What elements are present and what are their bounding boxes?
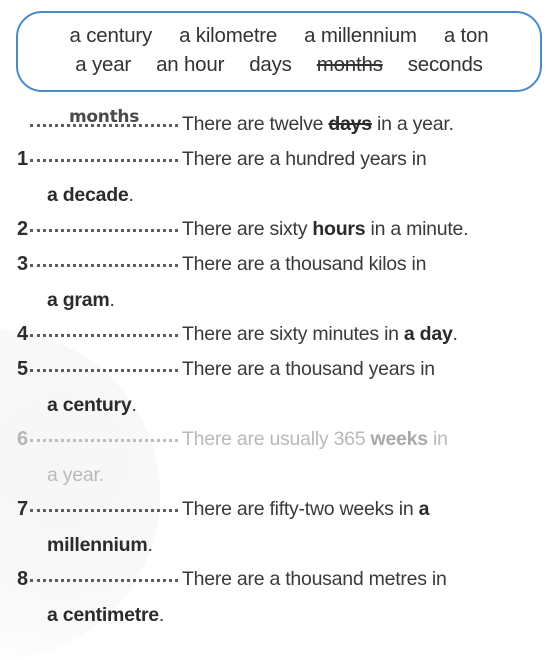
numbered-items-host: 1 There are a hundred years in a decade. 2 T… <box>0 147 558 637</box>
sentence-text: There are sixty minutes in a day. <box>182 323 558 346</box>
continuation-text: . <box>158 604 165 626</box>
exercise-line: 1 There are a hundred years in <box>0 147 558 182</box>
answer-blank[interactable] <box>30 427 178 445</box>
highlighted-word: weeks <box>370 428 429 450</box>
sentence-pre: There are usually 365 <box>182 428 371 450</box>
item-number: 8 <box>17 568 29 590</box>
continuation-line: a year. <box>0 462 558 497</box>
word-bank-item[interactable]: an hour <box>156 53 224 77</box>
answer-blank[interactable] <box>30 357 178 375</box>
answer-blank[interactable] <box>30 567 178 585</box>
sentence-text: There are sixty hours in a minute. <box>182 218 558 241</box>
word-bank-item[interactable]: a century <box>70 24 153 48</box>
exercise-line: 4 There are sixty minutes in a day. <box>0 322 558 357</box>
answer-blank-example[interactable]: months <box>30 107 178 130</box>
item-number: 2 <box>17 218 29 240</box>
sentence-text: There are a thousand kilos in <box>182 253 558 276</box>
exercise-item: 2 There are sixty hours in a minute. <box>0 217 558 252</box>
exercise-item: 7 There are fifty-two weeks in a millenniu… <box>0 497 558 567</box>
word-bank-box: a century a kilometre a millennium a ton a … <box>16 11 542 92</box>
exercise-line: 3 There are a thousand kilos in <box>0 252 558 287</box>
word-bank-row-1: a century a kilometre a millennium a ton <box>32 24 526 48</box>
highlighted-word: a centimetre <box>47 604 159 626</box>
sentence-text: There are usually 365 weeks in <box>182 428 558 451</box>
exercise-line: 6 There are usually 365 weeks in <box>0 427 558 462</box>
sentence-post: in a minute. <box>365 218 469 240</box>
answer-blank[interactable] <box>30 147 178 165</box>
sentence-post: in <box>427 428 448 450</box>
sentence-pre: There are sixty <box>182 218 313 240</box>
sentence-pre: There are sixty minutes in <box>182 323 404 345</box>
item-number: 5 <box>17 358 29 380</box>
sentence-post: in a year. <box>371 113 454 135</box>
word-bank-row-2: a year an hour days months seconds <box>32 53 526 77</box>
exercise-item: 5 There are a thousand years in a century. <box>0 357 558 427</box>
word-bank-item[interactable]: a kilometre <box>179 24 277 48</box>
exercise-item-example: months There are twelve days in a year. <box>0 107 558 147</box>
word-bank-item[interactable]: a ton <box>444 24 489 48</box>
item-number: 3 <box>17 253 29 275</box>
word-bank-item[interactable]: days <box>249 53 292 77</box>
sentence-pre: There are a thousand metres in <box>182 568 447 590</box>
item-number: 7 <box>17 498 29 520</box>
word-bank-item[interactable]: a year <box>75 53 131 77</box>
exercise-line: 8 There are a thousand metres in <box>0 567 558 602</box>
exercise-item: 4 There are sixty minutes in a day. <box>0 322 558 357</box>
highlighted-word: millennium <box>47 534 148 556</box>
sentence-pre: There are twelve <box>182 113 329 135</box>
exercise-item: 3 There are a thousand kilos in a gram. <box>0 252 558 322</box>
item-number: 1 <box>17 148 29 170</box>
continuation-text: . <box>131 394 137 416</box>
continuation-text: . <box>109 289 115 311</box>
word-bank-item[interactable]: a millennium <box>304 24 417 48</box>
sentence-text: There are a thousand metres in <box>182 568 558 591</box>
continuation-text: a year. <box>47 464 104 486</box>
highlighted-word: a day <box>403 323 453 345</box>
sentence-pre: There are fifty-two weeks in <box>182 498 419 520</box>
exercise-item: 1 There are a hundred years in a decade. <box>0 147 558 217</box>
continuation-line: a decade. <box>0 182 558 217</box>
answer-blank[interactable] <box>30 322 178 340</box>
sentence-post: . <box>452 323 458 345</box>
sentence-text: There are a thousand years in <box>182 358 558 381</box>
exercise-line: 2 There are sixty hours in a minute. <box>0 217 558 252</box>
exercise-line: 5 There are a thousand years in <box>0 357 558 392</box>
sentence-text: There are fifty-two weeks in a <box>182 498 558 521</box>
highlighted-word: a century <box>47 394 132 416</box>
exercise-list: months There are twelve days in a year. … <box>0 107 558 637</box>
answer-blank[interactable] <box>30 497 178 515</box>
highlighted-word: a gram <box>47 289 110 311</box>
highlighted-word: hours <box>312 218 366 240</box>
highlighted-word: a decade <box>47 184 129 206</box>
word-bank-item[interactable]: seconds <box>408 53 483 77</box>
item-number: 4 <box>17 323 29 345</box>
answer-blank[interactable] <box>30 217 178 235</box>
sentence-pre: There are a thousand years in <box>182 358 435 380</box>
word-bank-item-used[interactable]: months <box>317 53 383 77</box>
continuation-line: a gram. <box>0 287 558 322</box>
item-number: 6 <box>17 428 29 450</box>
continuation-text: . <box>147 534 153 556</box>
struck-word: days <box>328 113 372 135</box>
continuation-line: a centimetre. <box>0 602 558 637</box>
sentence-pre: There are a hundred years in <box>182 148 427 170</box>
sentence-text: There are twelve days in a year. <box>182 113 558 136</box>
sentence-text: There are a hundred years in <box>182 148 558 171</box>
exercise-item: 6 There are usually 365 weeks in a year. <box>0 427 558 497</box>
continuation-line: millennium. <box>0 532 558 567</box>
exercise-line: months There are twelve days in a year. <box>0 107 558 147</box>
continuation-line: a century. <box>0 392 558 427</box>
exercise-line: 7 There are fifty-two weeks in a <box>0 497 558 532</box>
continuation-text: . <box>128 184 134 206</box>
answer-blank[interactable] <box>30 252 178 270</box>
highlighted-word: a <box>418 498 430 520</box>
exercise-item: 8 There are a thousand metres in a centime… <box>0 567 558 637</box>
sentence-pre: There are a thousand kilos in <box>182 253 427 275</box>
filled-answer: months <box>68 107 140 127</box>
